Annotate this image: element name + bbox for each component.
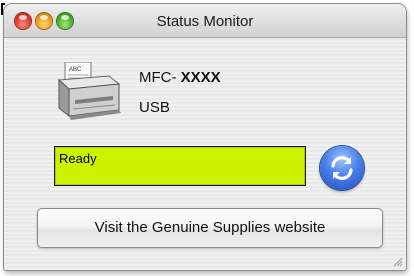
svg-text:ABC: ABC bbox=[69, 67, 82, 73]
model-prefix: MFC- bbox=[139, 69, 181, 86]
connection-type: USB bbox=[139, 99, 170, 116]
model-name: XXXX bbox=[180, 69, 221, 86]
resize-grip-icon[interactable] bbox=[392, 256, 403, 267]
status-monitor-window: Status Monitor ABC MFC- XXXX USB Ready V… bbox=[4, 4, 406, 270]
title-bar[interactable]: Status Monitor bbox=[4, 4, 406, 38]
device-model: MFC- XXXX bbox=[139, 69, 221, 86]
window-title: Status Monitor bbox=[156, 13, 254, 30]
refresh-button[interactable] bbox=[320, 146, 364, 190]
status-display: Ready bbox=[54, 146, 306, 186]
visit-supplies-website-button[interactable]: Visit the Genuine Supplies website bbox=[37, 208, 383, 248]
refresh-icon bbox=[331, 156, 353, 180]
status-text: Ready bbox=[59, 151, 97, 166]
printer-icon: ABC bbox=[55, 61, 123, 129]
